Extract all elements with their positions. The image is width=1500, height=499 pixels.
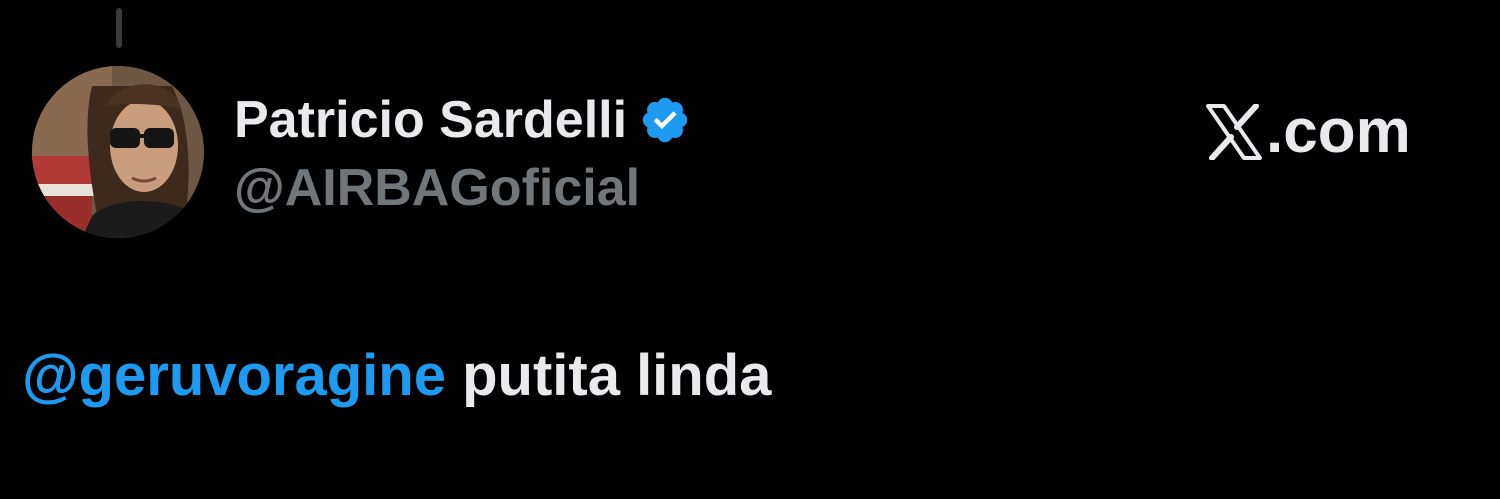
avatar[interactable] (32, 66, 204, 238)
x-logo-icon (1204, 103, 1264, 161)
site-brand: .com (1204, 100, 1411, 164)
mention-link[interactable]: @geruvoragine (22, 343, 446, 408)
site-domain-text: .com (1266, 97, 1411, 166)
tweet-text: @geruvoragine putita linda (22, 340, 771, 412)
display-name-row: Patricio Sardelli (234, 88, 691, 152)
avatar-photo (32, 66, 204, 238)
user-handle[interactable]: @AIRBAGoficial (234, 156, 640, 220)
verified-badge-icon (639, 94, 691, 146)
thread-connector-line (116, 8, 122, 48)
tweet-body-text: putita linda (445, 343, 772, 408)
tweet-screenshot: Patricio Sardelli @AIRBAGoficial .com @g… (0, 0, 1500, 499)
display-name[interactable]: Patricio Sardelli (234, 88, 627, 152)
